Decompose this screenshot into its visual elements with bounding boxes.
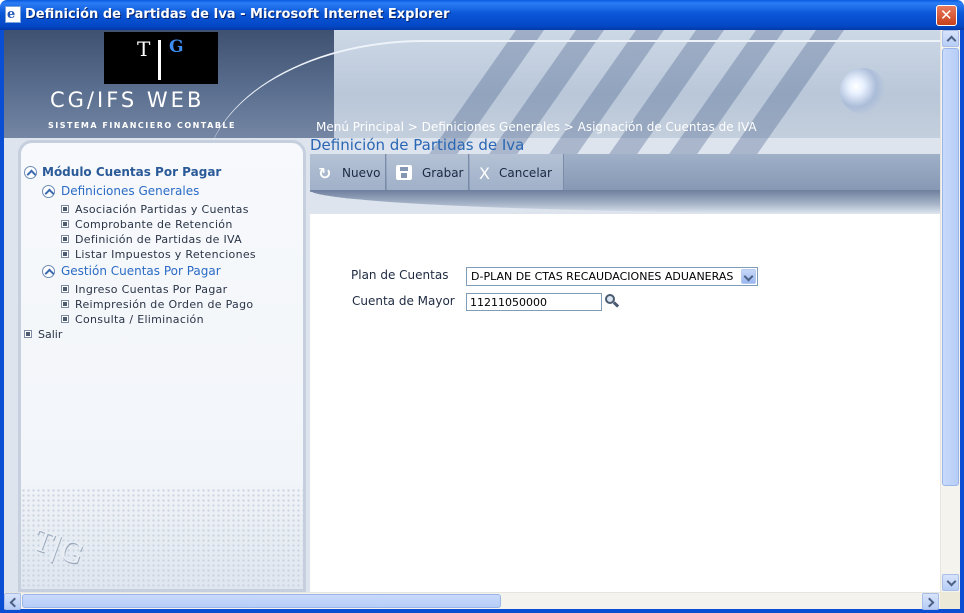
- scroll-left-button[interactable]: [4, 593, 21, 610]
- app-subtitle: SISTEMA FINANCIERO CONTABLE: [48, 121, 236, 130]
- bullet-icon: [61, 300, 69, 308]
- toolbar-swoosh: [310, 190, 940, 214]
- header-banner: T G CG/IFS WEB SISTEMA FINANCIERO CONTAB…: [4, 30, 940, 190]
- sidebar-item-salir[interactable]: Salir: [38, 328, 62, 341]
- close-icon: ✕: [940, 6, 953, 24]
- magnifier-icon[interactable]: [605, 294, 620, 308]
- close-window-button[interactable]: ✕: [936, 5, 957, 26]
- sidebar-menu: T|G Módulo Cuentas Por Pagar Definicione…: [18, 140, 306, 592]
- window-frame-right: [960, 30, 964, 613]
- bullet-icon: [61, 315, 69, 323]
- bullet-icon: [24, 330, 32, 338]
- plan-de-cuentas-select[interactable]: D-PLAN DE CTAS RECAUDACIONES ADUANERAS: [466, 267, 758, 286]
- scroll-right-button[interactable]: [922, 593, 939, 610]
- vertical-scroll-thumb[interactable]: [942, 48, 959, 486]
- sidebar-item-consulta-eliminacion[interactable]: Consulta / Eliminación: [75, 313, 204, 326]
- cuenta-de-mayor-label: Cuenta de Mayor: [352, 294, 455, 308]
- window-titlebar: e Definición de Partidas de Iva - Micros…: [0, 0, 964, 30]
- scroll-down-button[interactable]: [942, 574, 959, 591]
- new-button[interactable]: ↻ Nuevo: [310, 154, 386, 191]
- decorative-orb: [840, 68, 886, 114]
- sidebar-item-definicion-partidas-iva[interactable]: Definición de Partidas de IVA: [75, 233, 242, 246]
- ie-page-icon: e: [5, 6, 21, 23]
- floppy-disk-icon: [396, 165, 412, 180]
- window-frame-bottom: [0, 609, 964, 613]
- scroll-up-button[interactable]: [942, 30, 959, 47]
- bullet-icon: [61, 235, 69, 243]
- sidebar-item-comprobante-retencion[interactable]: Comprobante de Retención: [75, 218, 233, 231]
- collapse-icon[interactable]: [42, 185, 55, 198]
- chevron-down-icon[interactable]: [741, 269, 756, 284]
- bullet-icon: [61, 205, 69, 213]
- bullet-icon: [61, 220, 69, 228]
- x-icon: X: [479, 164, 490, 183]
- scrollbar-corner: [940, 592, 960, 609]
- browser-viewport: T G CG/IFS WEB SISTEMA FINANCIERO CONTAB…: [4, 30, 940, 592]
- plan-de-cuentas-label: Plan de Cuentas: [351, 268, 449, 282]
- sidebar-item-asociacion-partidas[interactable]: Asociación Partidas y Cuentas: [75, 203, 249, 216]
- sidebar-item-ingreso-cuentas[interactable]: Ingreso Cuentas Por Pagar: [75, 283, 228, 296]
- sidebar-group-definiciones-generales[interactable]: Definiciones Generales: [61, 184, 199, 198]
- page-title: Definición de Partidas de Iva: [310, 136, 525, 154]
- collapse-icon[interactable]: [24, 166, 37, 179]
- bullet-icon: [61, 250, 69, 258]
- cuenta-de-mayor-input[interactable]: 11211050000: [466, 293, 602, 311]
- sidebar-item-listar-impuestos[interactable]: Listar Impuestos y Retenciones: [75, 248, 256, 261]
- sidebar-module-cuentas-por-pagar[interactable]: Módulo Cuentas Por Pagar: [42, 165, 221, 179]
- cancel-button[interactable]: X Cancelar: [470, 154, 564, 191]
- horizontal-scroll-thumb[interactable]: [22, 594, 501, 608]
- vertical-scrollbar[interactable]: [940, 30, 960, 592]
- refresh-icon: ↻: [318, 164, 332, 183]
- app-name: CG/IFS WEB: [50, 88, 205, 112]
- sidebar-item-reimpresion-orden[interactable]: Reimpresión de Orden de Pago: [75, 298, 253, 311]
- window-title: Definición de Partidas de Iva - Microsof…: [25, 7, 450, 22]
- horizontal-scrollbar[interactable]: [4, 592, 940, 610]
- sidebar-group-gestion-cuentas[interactable]: Gestión Cuentas Por Pagar: [61, 264, 221, 278]
- company-logo: T G: [104, 32, 218, 84]
- save-button[interactable]: Grabar: [387, 154, 469, 191]
- bullet-icon: [61, 285, 69, 293]
- breadcrumb: Menú Principal > Definiciones Generales …: [316, 120, 757, 134]
- collapse-icon[interactable]: [42, 265, 55, 278]
